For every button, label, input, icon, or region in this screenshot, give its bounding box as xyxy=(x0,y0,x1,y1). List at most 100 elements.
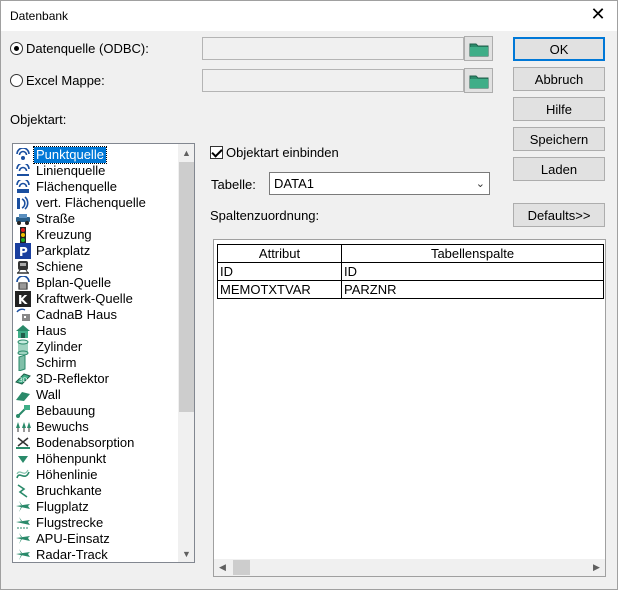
excel-path-field[interactable] xyxy=(202,69,464,92)
car-icon xyxy=(15,211,31,227)
table-column-cell[interactable]: ID xyxy=(341,262,604,281)
list-item[interactable]: CadnaB Haus xyxy=(15,307,119,323)
list-item[interactable]: Haus xyxy=(15,323,68,339)
odbc-radio[interactable] xyxy=(10,42,23,55)
flight-route-icon xyxy=(15,515,31,531)
list-item-label: Linienquelle xyxy=(36,163,106,178)
list-item-label: Bewuchs xyxy=(36,419,89,434)
list-item[interactable]: Flugstrecke xyxy=(15,515,105,531)
excel-browse-button[interactable] xyxy=(464,68,493,93)
list-item[interactable]: Radar-Track xyxy=(15,547,110,562)
list-item[interactable]: Höhenlinie xyxy=(15,467,99,483)
list-item-label: 3D-Reflektor xyxy=(36,371,109,386)
building-area-icon xyxy=(15,403,31,419)
list-item[interactable]: Linienquelle xyxy=(15,163,107,179)
table-select[interactable]: DATA1 ⌄ xyxy=(269,172,490,195)
list-item[interactable]: Schirm xyxy=(15,355,78,371)
column-header-tabellenspalte[interactable]: Tabellenspalte xyxy=(341,244,604,263)
list-item[interactable]: Bebauung xyxy=(15,403,97,419)
list-item-label: Höhenpunkt xyxy=(36,451,107,466)
list-item[interactable]: Schiene xyxy=(15,259,85,275)
list-item-label: Punktquelle xyxy=(33,146,107,164)
excel-radio-row[interactable]: Excel Mappe: xyxy=(10,73,105,88)
attribute-cell[interactable]: MEMOTXTVAR xyxy=(217,280,342,299)
mapping-grid-panel: Attribut Tabellenspalte ID ID MEMOTXTVAR… xyxy=(213,239,606,577)
list-item[interactable]: 3D 3D-Reflektor xyxy=(15,371,111,387)
list-item[interactable]: Bplan-Quelle xyxy=(15,275,113,291)
list-item[interactable]: Kreuzung xyxy=(15,227,94,243)
list-item-label: APU-Einsatz xyxy=(36,531,110,546)
list-item[interactable]: K Kraftwerk-Quelle xyxy=(15,291,135,307)
list-item[interactable]: Flächenquelle xyxy=(15,179,119,195)
include-checkbox-label: Objektart einbinden xyxy=(226,145,339,160)
list-item[interactable]: vert. Flächenquelle xyxy=(15,195,148,211)
table-row[interactable]: MEMOTXTVAR PARZNR xyxy=(217,280,604,299)
list-item[interactable]: Punktquelle xyxy=(15,146,107,164)
scroll-right-icon[interactable]: ▶ xyxy=(588,559,605,576)
chevron-down-icon[interactable]: ⌄ xyxy=(476,177,485,190)
table-row[interactable]: ID ID xyxy=(217,262,604,281)
defaults-button[interactable]: Defaults>> xyxy=(513,203,605,227)
list-item[interactable]: APU-Einsatz xyxy=(15,531,112,547)
scroll-left-icon[interactable]: ◀ xyxy=(214,559,231,576)
list-item[interactable]: Bruchkante xyxy=(15,483,104,499)
train-icon xyxy=(15,259,31,275)
list-item-label: Zylinder xyxy=(36,339,83,354)
list-item-label: Flugplatz xyxy=(36,499,89,514)
vegetation-icon xyxy=(15,419,31,435)
close-icon[interactable]: ✕ xyxy=(589,6,607,24)
excel-radio-label: Excel Mappe: xyxy=(26,73,105,88)
odbc-browse-button[interactable] xyxy=(464,36,493,61)
list-item-label: CadnaB Haus xyxy=(36,307,117,322)
grid-horizontal-scrollbar[interactable]: ◀ ▶ xyxy=(214,559,605,576)
screen-icon xyxy=(15,355,31,371)
scroll-down-icon[interactable]: ▼ xyxy=(178,545,194,562)
vertical-area-source-icon xyxy=(15,195,31,211)
list-item-label: Haus xyxy=(36,323,67,338)
cancel-button[interactable]: Abbruch xyxy=(513,67,605,91)
attribute-cell[interactable]: ID xyxy=(217,262,342,281)
save-button[interactable]: Speichern xyxy=(513,127,605,151)
folder-icon xyxy=(469,43,488,56)
svg-text:P: P xyxy=(19,245,28,259)
grid-scroll-thumb[interactable] xyxy=(233,560,250,575)
list-item[interactable]: Höhenpunkt xyxy=(15,451,108,467)
radar-track-icon xyxy=(15,547,31,562)
list-item[interactable]: P Parkplatz xyxy=(15,243,92,259)
list-item-label: Straße xyxy=(36,211,76,226)
list-item-label: Radar-Track xyxy=(36,547,108,562)
list-item[interactable]: Bodenabsorption xyxy=(15,435,136,451)
help-button[interactable]: Hilfe xyxy=(513,97,605,121)
parking-icon: P xyxy=(15,243,31,259)
list-item[interactable]: Wall xyxy=(15,387,63,403)
mapping-header-row: Attribut Tabellenspalte xyxy=(217,244,604,263)
odbc-path-field[interactable] xyxy=(202,37,464,60)
list-item[interactable]: Straße xyxy=(15,211,77,227)
traffic-light-icon xyxy=(15,227,31,243)
load-button[interactable]: Laden xyxy=(513,157,605,181)
odbc-radio-row[interactable]: Datenquelle (ODBC): xyxy=(10,41,149,56)
include-checkbox[interactable] xyxy=(210,146,223,159)
excel-radio[interactable] xyxy=(10,74,23,87)
list-scroll-thumb[interactable] xyxy=(179,162,194,412)
list-item[interactable]: Bewuchs xyxy=(15,419,91,435)
list-item-label: Schirm xyxy=(36,355,77,370)
include-checkbox-row[interactable]: Objektart einbinden xyxy=(210,145,339,160)
odbc-radio-label: Datenquelle (ODBC): xyxy=(26,41,149,56)
list-vertical-scrollbar[interactable]: ▲ ▼ xyxy=(178,144,194,562)
table-column-cell[interactable]: PARZNR xyxy=(341,280,604,299)
apu-icon xyxy=(15,531,31,547)
ok-button[interactable]: OK xyxy=(513,37,605,61)
point-source-icon xyxy=(15,147,31,163)
height-point-icon xyxy=(15,451,31,467)
column-header-attribut[interactable]: Attribut xyxy=(217,244,342,263)
objektart-list[interactable]: Punktquelle Linienquelle Flächenquelle vert… xyxy=(12,143,195,563)
scroll-up-icon[interactable]: ▲ xyxy=(178,144,194,161)
list-item-label: Bplan-Quelle xyxy=(36,275,112,290)
list-item-label: Kreuzung xyxy=(36,227,92,242)
list-item-label: Flugstrecke xyxy=(36,515,104,530)
mapping-label: Spaltenzuordnung: xyxy=(210,208,320,223)
list-item[interactable]: Zylinder xyxy=(15,339,84,355)
list-item[interactable]: Flugplatz xyxy=(15,499,91,515)
house-icon xyxy=(15,323,31,339)
